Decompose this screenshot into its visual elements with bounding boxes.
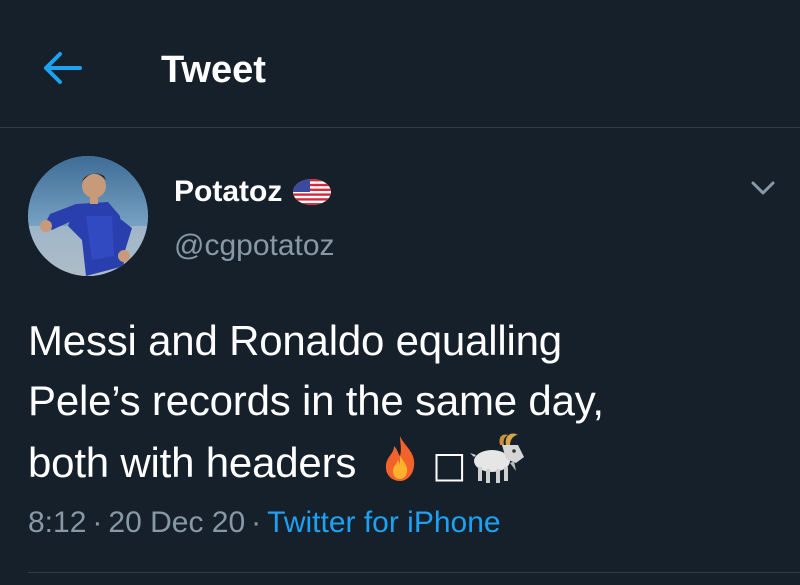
fire-emoji <box>382 434 418 498</box>
page-title: Tweet <box>161 49 266 91</box>
divider <box>28 572 800 573</box>
missing-glyph: □ <box>432 445 466 486</box>
tweet-date: 20 Dec 20 <box>108 506 246 539</box>
author-display-name[interactable]: Potatoz <box>174 174 332 210</box>
tweet-line: Messi and Ronaldo equalling <box>28 317 562 364</box>
tweet-meta: 8:12 · 20 Dec 20 · Twitter for iPhone <box>28 503 501 543</box>
meta-separator: · <box>92 506 103 539</box>
tweet-source-link[interactable]: Twitter for iPhone <box>267 506 500 539</box>
avatar[interactable] <box>28 156 148 276</box>
display-name-text: Potatoz <box>174 175 283 208</box>
us-flag-icon <box>292 177 332 207</box>
more-options-button[interactable] <box>748 176 778 200</box>
arrow-left-icon <box>44 52 82 84</box>
tweet-line: both with headers □ <box>28 431 778 501</box>
tweet-body: Messi and Ronaldo equalling Pele’s recor… <box>28 311 778 501</box>
tweet-time: 8:12 <box>28 506 87 539</box>
top-bar: Tweet <box>0 0 800 128</box>
avatar-photo <box>28 156 148 276</box>
tweet-line: Pele’s records in the same day, <box>28 377 604 424</box>
tweet-line-text: both with headers <box>28 439 357 487</box>
goat-emoji <box>469 431 526 501</box>
author-handle[interactable]: @cgpotatoz <box>174 228 335 264</box>
back-button[interactable] <box>40 48 84 88</box>
chevron-down-icon <box>751 181 775 195</box>
meta-separator: · <box>251 506 262 539</box>
